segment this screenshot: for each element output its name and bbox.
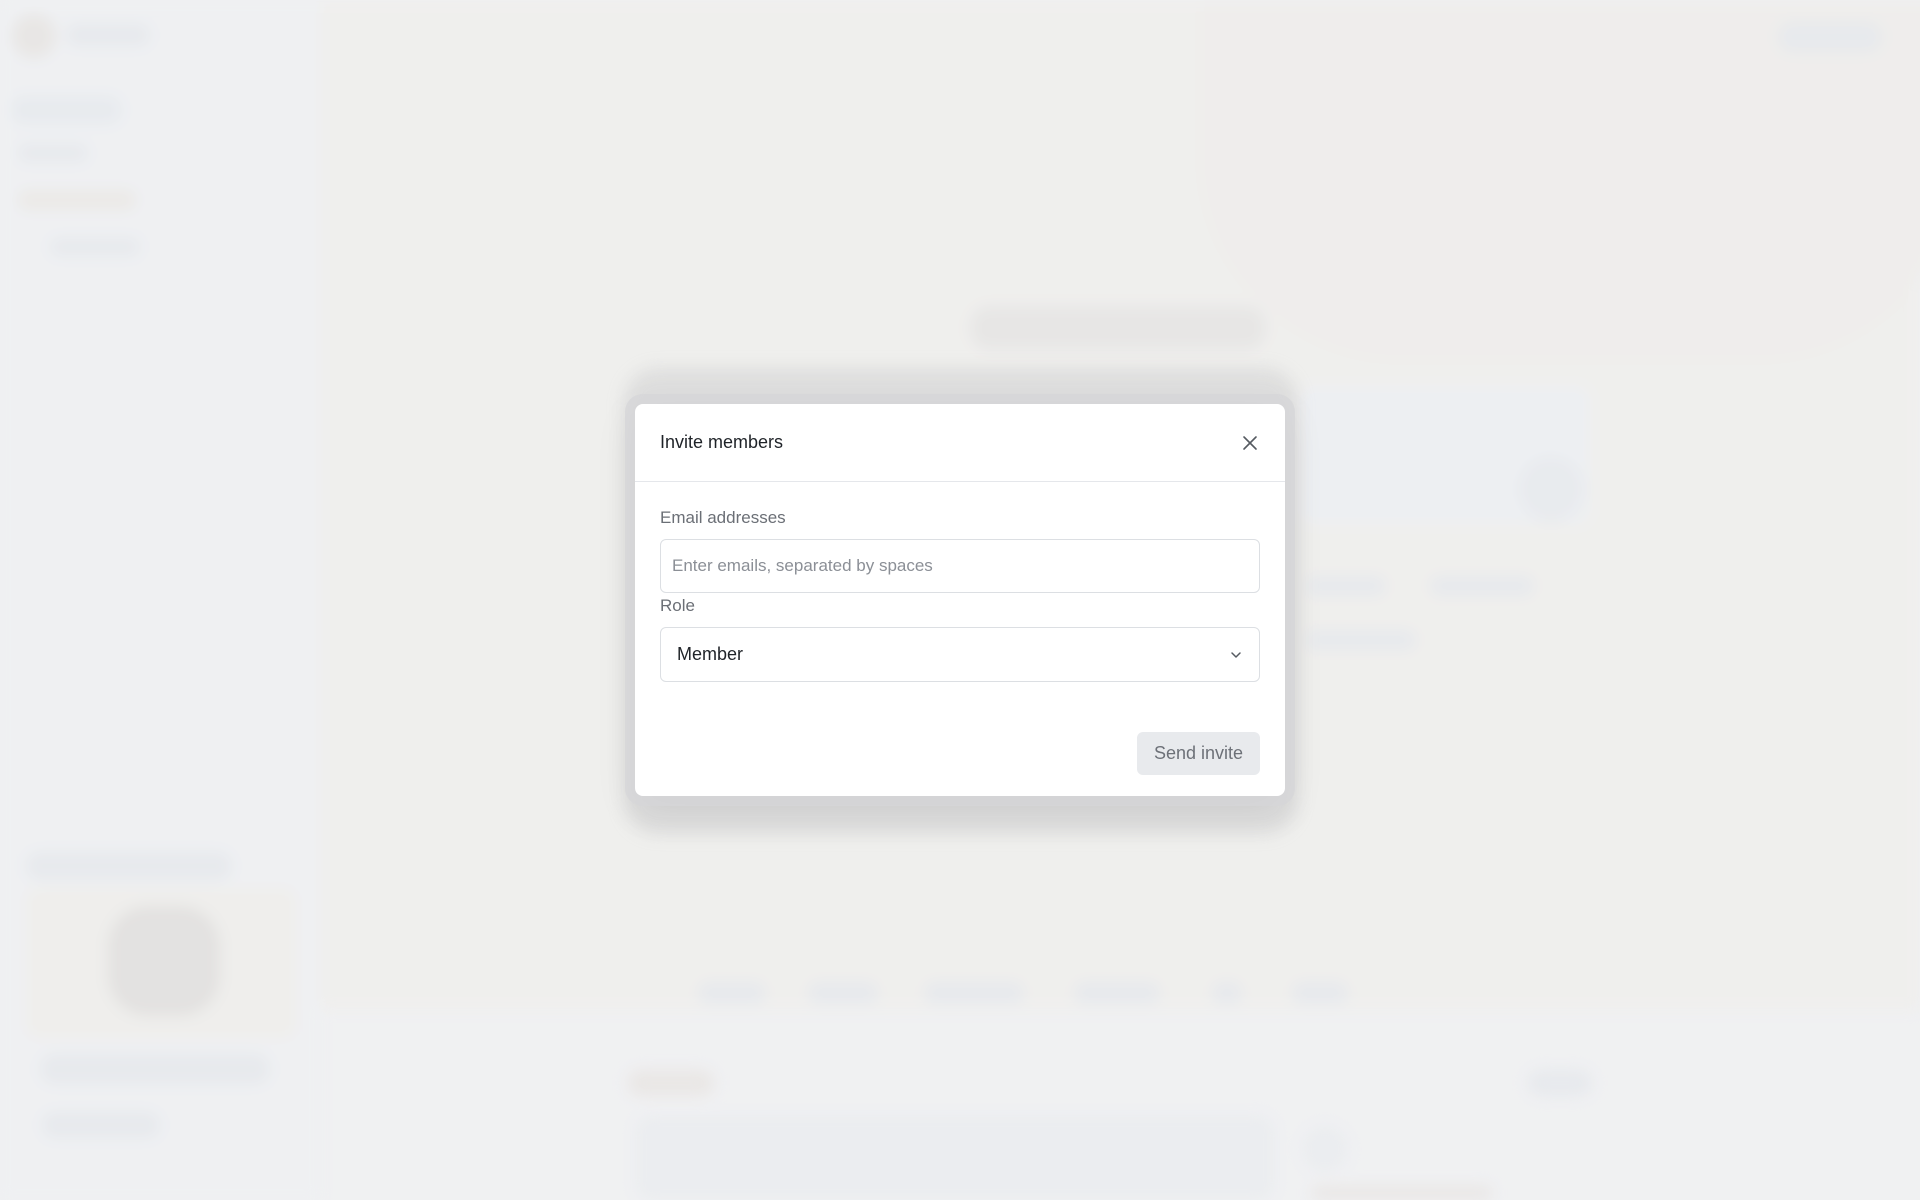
close-button[interactable] <box>1236 429 1264 457</box>
dialog-body: Email addresses Role Member <box>635 482 1285 682</box>
dialog-title: Invite members <box>660 432 784 452</box>
chevron-down-icon <box>1231 651 1241 658</box>
role-select[interactable]: Member <box>660 627 1260 682</box>
dialog-header: Invite members <box>635 404 1285 482</box>
invite-members-dialog: Invite members Email addresses Role Memb… <box>635 404 1285 796</box>
close-icon <box>1243 435 1257 450</box>
email-label: Email addresses <box>660 508 786 527</box>
email-input[interactable] <box>660 539 1260 593</box>
role-label: Role <box>660 596 695 615</box>
role-select-value: Member <box>677 644 744 664</box>
send-invite-button[interactable]: Send invite <box>1136 732 1260 775</box>
dialog-footer: Send invite <box>1136 732 1260 775</box>
